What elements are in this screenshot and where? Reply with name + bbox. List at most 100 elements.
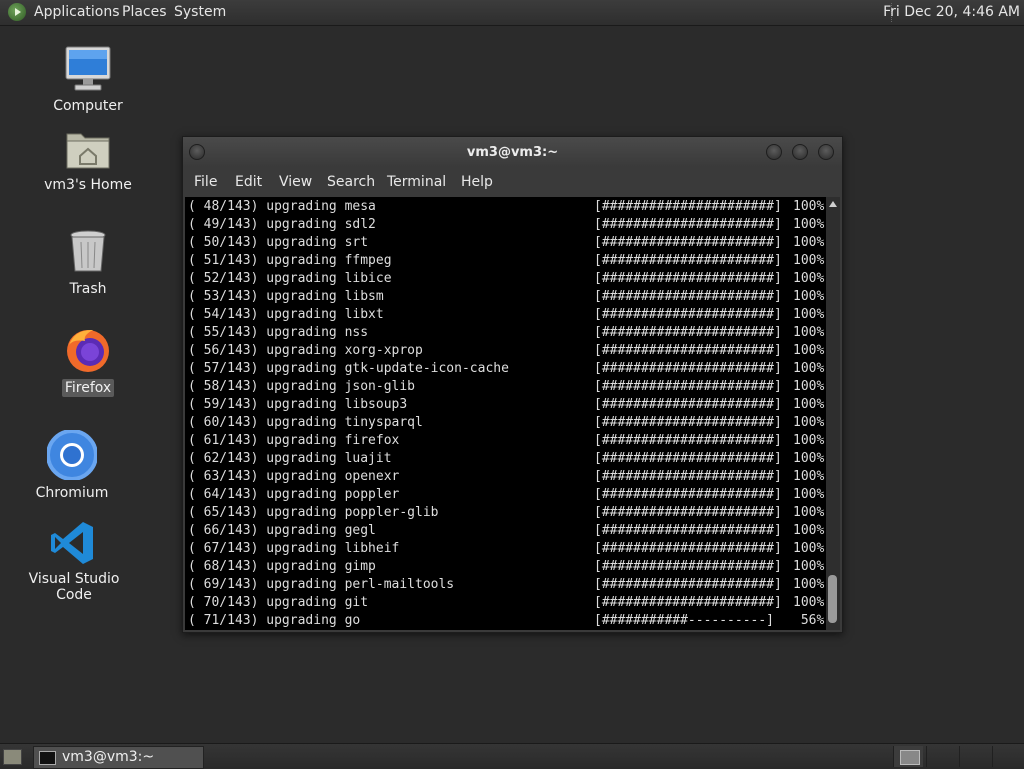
progress-percent: 100% [793,595,825,610]
line-package: xorg-xprop [344,343,423,358]
terminal-line: ( 70/143) upgrading git [188,594,368,612]
line-action: upgrading [266,433,337,448]
minimize-button[interactable] [766,144,782,160]
progress-percent: 100% [793,397,825,412]
desktop-icon-chromium[interactable]: Chromium [17,429,127,502]
menu-system-label: System [174,4,227,20]
menu-applications[interactable]: Applications [34,4,120,20]
progress-bar-text: [######################] [594,379,782,394]
workspace-1[interactable] [893,746,923,767]
line-index: ( 55/143) [188,325,259,340]
progress-percent: 100% [793,451,825,466]
main-menu-icon[interactable] [8,3,26,21]
terminal-icon [39,751,56,765]
desktop-icon-label: Chromium [35,485,109,501]
line-package: libice [344,271,392,286]
top-panel: Applications Places System Fri Dec 20, 4… [0,0,1024,26]
vscode-icon [51,522,93,564]
scroll-up-icon[interactable] [829,201,837,207]
desktop-icon-computer[interactable]: Computer [33,45,143,115]
terminal-line: ( 56/143) upgrading xorg-xprop [188,342,423,360]
menu-places-label: Places [122,4,167,20]
firefox-icon [67,329,109,372]
progress-bar-text: [######################] [594,487,782,502]
line-index: ( 71/143) [188,613,259,628]
line-action: upgrading [266,577,337,592]
line-index: ( 62/143) [188,451,259,466]
line-index: ( 66/143) [188,523,259,538]
line-index: ( 54/143) [188,307,259,322]
line-action: upgrading [266,361,337,376]
progress-percent: 100% [793,253,825,268]
computer-icon [65,46,111,91]
line-package: json-glib [344,379,416,394]
show-desktop-icon[interactable] [3,749,22,765]
workspace-4[interactable] [992,746,1022,767]
workspace-window-preview [900,750,920,765]
progress-percent: 100% [793,541,825,556]
menu-edit[interactable]: Edit [235,174,262,190]
line-package: perl-mailtools [344,577,455,592]
line-index: ( 64/143) [188,487,259,502]
scrollbar-thumb[interactable] [828,575,837,623]
line-action: upgrading [266,469,337,484]
line-action: upgrading [266,559,337,574]
line-action: upgrading [266,199,337,214]
window-titlebar[interactable]: vm3@vm3:~ [183,137,842,167]
line-action: upgrading [266,253,337,268]
line-package: gtk-update-icon-cache [344,361,509,376]
workspace-2[interactable] [926,746,956,767]
progress-bar-text: [######################] [594,199,782,214]
terminal-output[interactable]: ( 48/143) upgrading mesa [###############… [185,197,826,630]
line-package: openexr [344,469,400,484]
menu-file[interactable]: File [194,174,217,190]
taskbar-item-terminal[interactable]: vm3@vm3:~ [33,746,204,769]
line-action: upgrading [266,325,337,340]
desktop-icon-label: Visual Studio Code [28,571,120,603]
progress-bar-text: [######################] [594,217,782,232]
terminal-line: ( 58/143) upgrading json-glib [188,378,415,396]
menu-view[interactable]: View [279,174,312,190]
menu-help[interactable]: Help [461,174,493,190]
terminal-line: ( 63/143) upgrading openexr [188,468,399,486]
menu-terminal[interactable]: Terminal [387,174,446,190]
chromium-icon [46,429,98,481]
terminal-line: ( 60/143) upgrading tinysparql [188,414,423,432]
line-package: libheif [344,541,400,556]
menu-search[interactable]: Search [327,174,375,190]
progress-bar-text: [###########----------] [594,613,775,628]
line-index: ( 65/143) [188,505,259,520]
progress-percent: 100% [793,271,825,286]
progress-percent: 100% [793,361,825,376]
menu-system[interactable]: System [174,4,226,20]
line-action: upgrading [266,379,337,394]
line-package: gegl [344,523,376,538]
line-action: upgrading [266,613,337,628]
line-package: luajit [344,451,392,466]
desktop-icon-firefox[interactable]: Firefox [33,325,143,397]
terminal-line: ( 69/143) upgrading perl-mailtools [188,576,454,594]
clock[interactable]: Fri Dec 20, 4:46 AM [883,4,1020,20]
progress-percent: 100% [793,343,825,358]
progress-bar-text: [######################] [594,361,782,376]
line-index: ( 63/143) [188,469,259,484]
line-index: ( 53/143) [188,289,259,304]
close-button[interactable] [818,144,834,160]
desktop-icon-trash[interactable]: Trash [33,228,143,298]
progress-percent: 100% [793,325,825,340]
maximize-button[interactable] [792,144,808,160]
terminal-line: ( 54/143) upgrading libxt [188,306,384,324]
desktop-icon-home[interactable]: vm3's Home [33,128,143,194]
workspace-3[interactable] [959,746,989,767]
line-index: ( 60/143) [188,415,259,430]
menu-places[interactable]: Places [122,4,167,20]
line-package: go [344,613,361,628]
terminal-line: ( 59/143) upgrading libsoup3 [188,396,407,414]
progress-percent: 100% [793,433,825,448]
line-index: ( 58/143) [188,379,259,394]
desktop-icon-vscode[interactable]: Visual Studio Code [19,520,129,604]
terminal-scrollbar[interactable] [826,197,840,630]
progress-percent: 100% [793,379,825,394]
line-package: libsoup3 [344,397,408,412]
terminal-window[interactable]: vm3@vm3:~ File Edit View Search Terminal… [182,136,843,633]
